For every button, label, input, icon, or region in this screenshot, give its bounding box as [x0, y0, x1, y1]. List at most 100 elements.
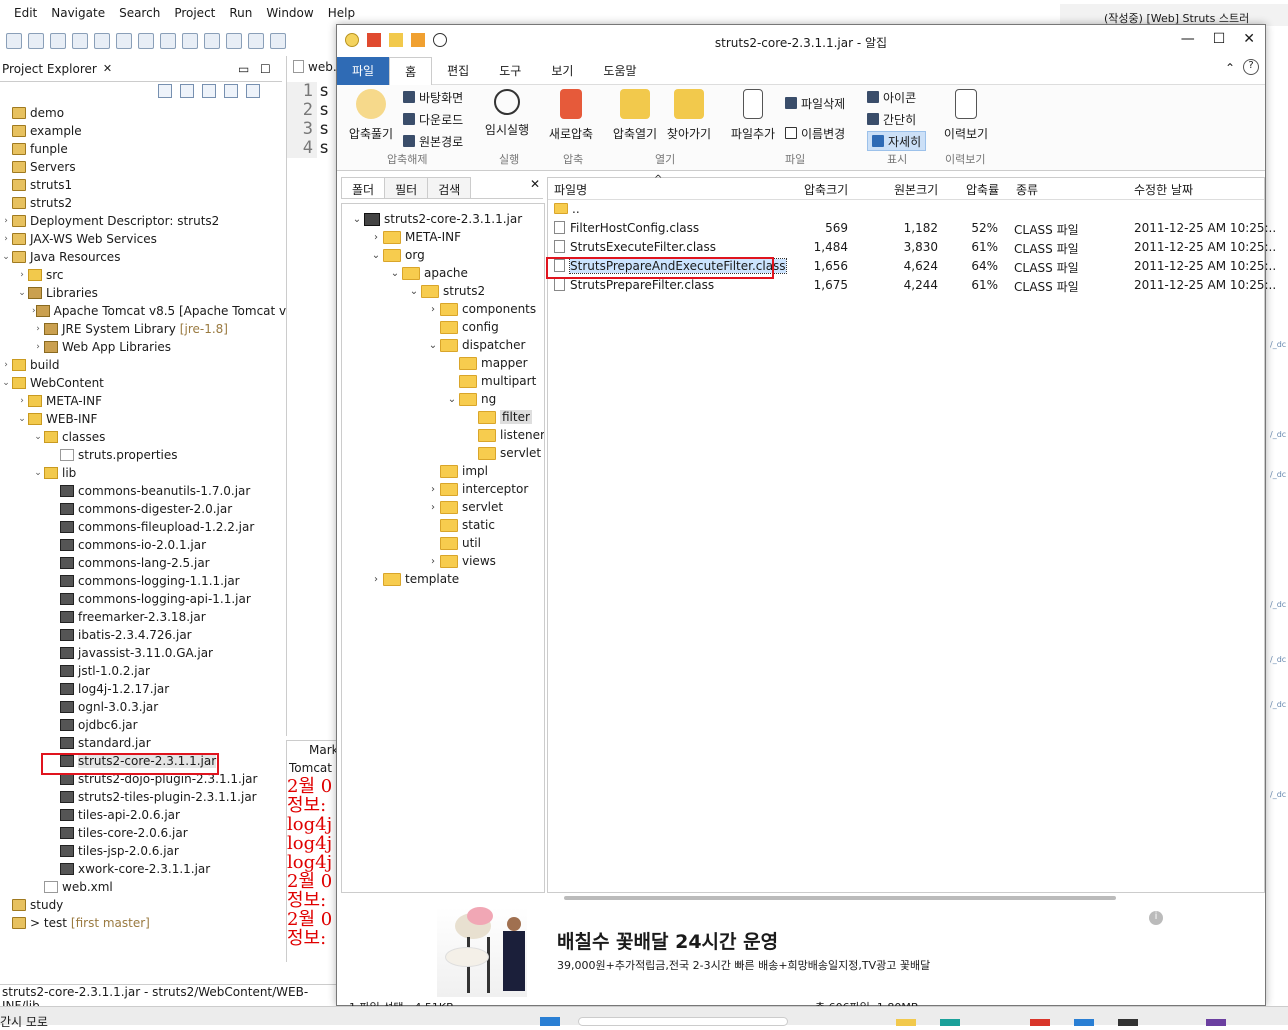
folder-tree-item[interactable]: › servlet	[426, 498, 503, 516]
maximize-icon[interactable]: ☐	[260, 62, 271, 76]
resume-icon[interactable]	[116, 33, 132, 49]
find-button[interactable]: 찾아가기	[663, 89, 715, 142]
tree-item[interactable]: > test [first master]	[0, 914, 282, 932]
tree-item[interactable]: › JAX-WS Web Services	[0, 230, 282, 248]
tree-item[interactable]: ibatis-2.3.4.726.jar	[0, 626, 282, 644]
menu-project[interactable]: Project	[174, 6, 215, 26]
column-size[interactable]: 원본크기	[894, 181, 938, 198]
horizontal-scrollbar[interactable]	[564, 896, 1116, 900]
stop-icon[interactable]	[160, 33, 176, 49]
close-icon[interactable]: ✕	[103, 62, 112, 75]
chevron-right-icon[interactable]: ›	[0, 216, 12, 226]
tree-item[interactable]: ⌄ classes	[0, 428, 282, 446]
focus-icon[interactable]	[224, 84, 238, 98]
minimize-icon[interactable]: —	[1181, 31, 1195, 47]
tree-item[interactable]: struts1	[0, 176, 282, 194]
tree-item[interactable]: › Deployment Descriptor: struts2	[0, 212, 282, 230]
menu-search[interactable]: Search	[119, 6, 160, 26]
download-button[interactable]: 다운로드	[403, 109, 463, 129]
menu-help[interactable]: Help	[328, 6, 355, 26]
chevron-down-icon[interactable]: ⌄	[0, 252, 12, 262]
editor-line[interactable]: 1s	[287, 82, 339, 101]
tree-item[interactable]: ⌄ WebContent	[0, 374, 282, 392]
view-menu-icon[interactable]	[246, 84, 260, 98]
chevron-right-icon[interactable]: ›	[426, 556, 440, 567]
original-path-button[interactable]: 원본경로	[403, 131, 463, 151]
folder-tree-item[interactable]: ⌄ org	[369, 246, 425, 264]
folder-tree-item[interactable]: › views	[426, 552, 496, 570]
chevron-right-icon[interactable]: ›	[369, 574, 383, 585]
folder-tree-item[interactable]: util	[426, 534, 481, 552]
chevron-right-icon[interactable]: ›	[32, 342, 44, 352]
tree-item[interactable]: ognl-3.0.3.jar	[0, 698, 282, 716]
menu-navigate[interactable]: Navigate	[51, 6, 105, 26]
tree-item[interactable]: commons-logging-api-1.1.jar	[0, 590, 282, 608]
chevron-down-icon[interactable]: ⌄	[32, 432, 44, 442]
column-name[interactable]: 파일명	[554, 181, 587, 198]
simple-view-button[interactable]: 간단히	[867, 109, 916, 129]
tree-item[interactable]: commons-logging-1.1.1.jar	[0, 572, 282, 590]
folder-tree-item[interactable]: multipart	[445, 372, 536, 390]
tree-item[interactable]: jstl-1.0.2.jar	[0, 662, 282, 680]
chevron-down-icon[interactable]: ⌄	[32, 468, 44, 478]
help-icon[interactable]: ?	[1243, 59, 1259, 75]
tree-item[interactable]: example	[0, 122, 282, 140]
chevron-right-icon[interactable]: ›	[16, 270, 28, 280]
chevron-down-icon[interactable]: ⌄	[369, 250, 383, 261]
editor-line[interactable]: 2s	[287, 101, 339, 120]
folder-tree-item[interactable]: filter	[464, 408, 532, 426]
folder-tree-item[interactable]: static	[426, 516, 495, 534]
temp-run-button[interactable]: 임시실행	[481, 89, 533, 138]
tree-item[interactable]: ojdbc6.jar	[0, 716, 282, 734]
folder-tree-item[interactable]: ⌄ dispatcher	[426, 336, 526, 354]
tab-folder[interactable]: 폴더	[341, 177, 386, 198]
folder-tree-item[interactable]: mapper	[445, 354, 528, 372]
chevron-right-icon[interactable]: ›	[426, 304, 440, 315]
column-packed[interactable]: 압축크기	[804, 181, 848, 198]
tree-item[interactable]: commons-digester-2.0.jar	[0, 500, 282, 518]
tree-item[interactable]: funple	[0, 140, 282, 158]
history-button[interactable]: 이력보기	[937, 89, 995, 142]
tree-item[interactable]: › JRE System Library [jre-1.8]	[0, 320, 282, 338]
chevron-right-icon[interactable]: ›	[0, 360, 12, 370]
folder-tree-item[interactable]: › template	[369, 570, 459, 588]
chevron-down-icon[interactable]: ⌄	[16, 414, 28, 424]
column-ratio[interactable]: 압축률	[966, 181, 999, 198]
folder-tree-item[interactable]: ⌄ apache	[388, 264, 468, 282]
open-zip-button[interactable]: 압축열기	[609, 89, 661, 142]
console-tab[interactable]: Tomcat	[287, 759, 338, 777]
tree-item[interactable]: freemarker-2.3.18.jar	[0, 608, 282, 626]
skip-breakpoints-icon[interactable]	[94, 33, 110, 49]
tree-item[interactable]: commons-fileupload-1.2.2.jar	[0, 518, 282, 536]
tree-item[interactable]: commons-lang-2.5.jar	[0, 554, 282, 572]
tree-item[interactable]: ⌄ Libraries	[0, 284, 282, 302]
tree-item[interactable]: › src	[0, 266, 282, 284]
tree-item[interactable]: › META-INF	[0, 392, 282, 410]
new-icon[interactable]	[6, 33, 22, 49]
new-zip-button[interactable]: 새로압축	[543, 89, 599, 142]
step-over-icon[interactable]	[226, 33, 242, 49]
tab-view[interactable]: 보기	[536, 57, 588, 85]
tab-filter[interactable]: 필터	[384, 177, 429, 198]
filter-icon[interactable]	[202, 84, 216, 98]
ad-banner[interactable]: 배칠수 꽃배달 24시간 운영 39,000원+추가적립금,전국 2-3시간 빠…	[437, 907, 1163, 999]
folder-tree-item[interactable]: ⌄ struts2-core-2.3.1.1.jar	[350, 210, 522, 228]
folder-tree-item[interactable]: › components	[426, 300, 536, 318]
tab-edit[interactable]: 편집	[432, 57, 484, 85]
save-all-icon[interactable]	[50, 33, 66, 49]
tree-item[interactable]: struts.properties	[0, 446, 282, 464]
tab-search[interactable]: 검색	[427, 177, 472, 198]
chevron-down-icon[interactable]: ⌄	[388, 268, 402, 279]
tree-item[interactable]: tiles-api-2.0.6.jar	[0, 806, 282, 824]
chevron-down-icon[interactable]: ⌄	[407, 286, 421, 297]
folder-tree-item[interactable]: listener	[464, 426, 544, 444]
info-icon[interactable]: i	[1149, 911, 1163, 925]
chevron-down-icon[interactable]: ⌄	[0, 378, 12, 388]
menu-window[interactable]: Window	[266, 6, 313, 26]
collapse-ribbon-icon[interactable]: ⌃	[1225, 61, 1235, 75]
project-explorer-title[interactable]: Project Explorer	[2, 62, 97, 76]
folder-tree-item[interactable]: › interceptor	[426, 480, 528, 498]
tree-item[interactable]: struts2-tiles-plugin-2.3.1.1.jar	[0, 788, 282, 806]
tree-item[interactable]: tiles-core-2.0.6.jar	[0, 824, 282, 842]
tree-item[interactable]: study	[0, 896, 282, 914]
